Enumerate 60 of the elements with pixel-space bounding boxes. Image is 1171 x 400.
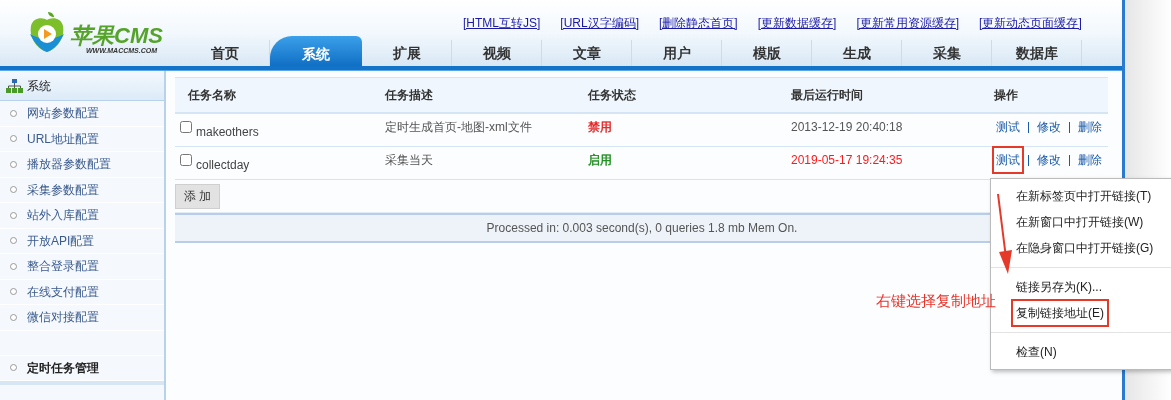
quick-link[interactable]: [HTML互转JS]: [463, 14, 541, 36]
column-header: 最后运行时间: [791, 88, 863, 102]
sidebar-item[interactable]: 在线支付配置: [27, 282, 99, 301]
table-cell: 定时生成首页-地图-xml文件: [385, 120, 532, 134]
menu-item[interactable]: 在隐身窗口中打开链接(G): [1011, 234, 1159, 262]
add-button[interactable]: 添 加: [175, 183, 221, 209]
sidebar-item[interactable]: 整合登录配置: [27, 257, 99, 276]
quick-link[interactable]: [更新动态页面缓存]: [979, 14, 1082, 36]
action-link[interactable]: 删除: [1074, 113, 1106, 141]
bullet-icon: [10, 313, 17, 321]
sidebar-item[interactable]: 开放API配置: [27, 231, 95, 250]
action-link[interactable]: 修改: [1033, 146, 1065, 174]
sidebar-item[interactable]: 站外入库配置: [27, 206, 99, 225]
sidebar-item[interactable]: 采集参数配置: [27, 180, 99, 199]
bullet-icon: [10, 160, 17, 168]
bullet-icon: [10, 288, 17, 296]
bullet-icon: [10, 262, 17, 270]
action-link[interactable]: 删除: [1074, 146, 1106, 174]
column-header: 操作: [994, 88, 1018, 102]
table-cell-text: collectday: [196, 157, 250, 174]
column-header: 任务名称: [188, 88, 236, 102]
bullet-icon: [10, 109, 17, 117]
sidebar-item[interactable]: URL地址配置: [27, 129, 99, 148]
menu-item[interactable]: 复制链接地址(E): [1011, 299, 1109, 327]
action-link[interactable]: 测试: [992, 146, 1024, 174]
bullet-icon: [10, 237, 17, 245]
sidebar-item[interactable]: 网站参数配置: [27, 104, 99, 123]
checkbox[interactable]: [180, 154, 192, 166]
quick-link[interactable]: [删除静态首页]: [659, 14, 738, 36]
checkbox[interactable]: [180, 121, 192, 133]
bullet-icon: [10, 186, 17, 194]
annotation-text: 右键选择复制地址: [876, 291, 996, 311]
menu-item[interactable]: 在新窗口中打开链接(W): [1011, 208, 1149, 236]
table-cell: 2019-05-17 19:24:35: [791, 153, 903, 167]
footer-text: Processed in: 0.003 second(s), 0 queries 1.8 mb Mem On.: [486, 220, 798, 237]
quick-link[interactable]: [URL汉字编码]: [560, 14, 640, 36]
status-text: 禁用: [588, 120, 612, 134]
sidebar-item[interactable]: 定时任务管理: [27, 358, 99, 377]
column-header: 任务状态: [588, 88, 636, 102]
action-link[interactable]: 测试: [992, 113, 1024, 141]
sidebar-item[interactable]: 播放器参数配置: [27, 155, 111, 174]
menu-item[interactable]: 在新标签页中打开链接(T): [1011, 182, 1157, 210]
menu-item[interactable]: 链接另存为(K)...: [1011, 273, 1107, 301]
quick-link[interactable]: [更新数据缓存]: [757, 14, 837, 36]
quick-link[interactable]: [更新常用资源缓存]: [856, 14, 960, 36]
column-header: 任务描述: [385, 88, 433, 102]
sidebar-title: 系统: [27, 77, 51, 95]
menu-item[interactable]: 检查(N): [1011, 338, 1062, 366]
bullet-icon: [10, 135, 17, 143]
logo-title: 苹果CMS: [70, 25, 163, 47]
table-cell: 采集当天: [385, 153, 433, 167]
sidebar-item[interactable]: 微信对接配置: [27, 308, 99, 327]
bullet-icon: [10, 211, 17, 219]
bullet-icon: [10, 364, 17, 372]
sitemap-icon: [6, 78, 23, 93]
status-text: 启用: [588, 153, 612, 167]
action-link[interactable]: 修改: [1033, 113, 1065, 141]
table-cell-text: makeothers: [196, 124, 259, 141]
table-cell: 2013-12-19 20:40:18: [791, 120, 903, 134]
nav-tab[interactable]: 系统: [270, 36, 362, 66]
